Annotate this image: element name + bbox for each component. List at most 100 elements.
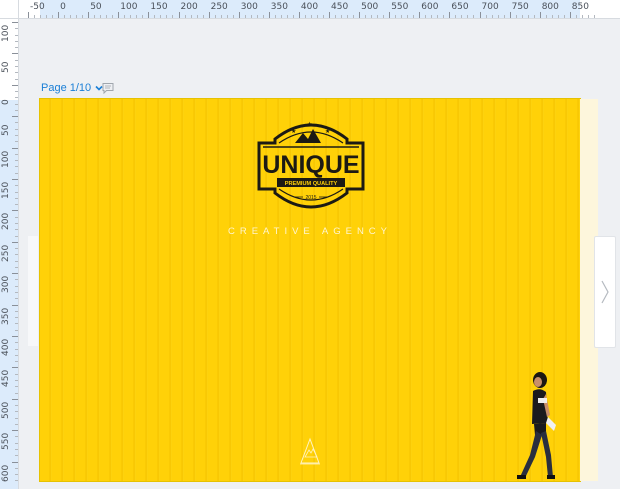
ruler-tick xyxy=(88,12,90,18)
ruler-minor-tick xyxy=(467,15,469,18)
ruler-minor-tick xyxy=(533,15,535,18)
ruler-minor-tick xyxy=(250,15,252,18)
ruler-minor-tick xyxy=(190,15,192,18)
ruler-label: 850 xyxy=(571,2,589,12)
ruler-minor-tick xyxy=(15,109,18,111)
ruler-minor-tick xyxy=(15,279,18,281)
svg-text:★: ★ xyxy=(307,121,312,128)
ruler-label: 500 xyxy=(361,2,379,12)
ruler-minor-tick xyxy=(130,15,132,18)
ruler-tick xyxy=(12,53,18,55)
ruler-tick xyxy=(449,12,451,18)
ruler-minor-tick xyxy=(491,15,493,18)
ruler-minor-tick xyxy=(15,204,18,206)
ruler-minor-tick xyxy=(142,15,144,18)
ruler-minor-tick xyxy=(226,15,228,18)
ruler-minor-tick xyxy=(15,65,18,67)
ruler-minor-tick xyxy=(563,15,565,18)
ruler-tick xyxy=(12,430,18,432)
svg-text:★: ★ xyxy=(325,128,330,135)
ruler-minor-tick xyxy=(15,47,18,49)
ruler-label: 600 xyxy=(421,2,439,12)
ruler-label: -50 xyxy=(30,2,45,12)
ruler-tick xyxy=(509,12,511,18)
ruler-minor-tick xyxy=(15,348,18,350)
ruler-minor-tick xyxy=(485,15,487,18)
ruler-tick xyxy=(12,116,18,118)
ruler-minor-tick xyxy=(371,15,373,18)
page-selector[interactable]: Page 1/10 xyxy=(41,82,104,94)
logo-sub-text: PREMIUM QUALITY xyxy=(285,181,338,187)
ruler-minor-tick xyxy=(15,78,18,80)
ruler-minor-tick xyxy=(377,15,379,18)
next-page-button[interactable] xyxy=(594,236,616,348)
ruler-label: 0 xyxy=(1,99,11,105)
ruler-tick xyxy=(178,12,180,18)
ruler-minor-tick xyxy=(515,15,517,18)
ruler-label: 550 xyxy=(1,433,11,451)
ruler-minor-tick xyxy=(15,229,18,231)
ruler-minor-tick xyxy=(15,417,18,419)
ruler-minor-tick xyxy=(322,15,324,18)
ruler-label: 250 xyxy=(210,2,228,12)
ruler-minor-tick xyxy=(52,15,54,18)
ruler-tick xyxy=(118,12,120,18)
comment-icon[interactable] xyxy=(102,82,114,94)
ruler-minor-tick xyxy=(15,379,18,381)
ruler-minor-tick xyxy=(46,15,48,18)
ruler-tick xyxy=(12,241,18,243)
ruler-minor-tick xyxy=(220,15,222,18)
ruler-minor-tick xyxy=(455,15,457,18)
ruler-tick xyxy=(389,12,391,18)
ruler-minor-tick xyxy=(136,15,138,18)
ruler-label: 100 xyxy=(1,150,11,168)
ruler-minor-tick xyxy=(15,103,18,105)
ruler-minor-tick xyxy=(202,15,204,18)
ruler-label: 100 xyxy=(1,24,11,42)
ruler-tick xyxy=(12,461,18,463)
ruler-label: 50 xyxy=(1,61,11,74)
ruler-minor-tick xyxy=(15,323,18,325)
design-canvas[interactable]: ★ ★ ★ UNIQUE PREMIUM QUALITY 2015 CREATI… xyxy=(40,99,580,481)
ruler-minor-tick xyxy=(15,59,18,61)
ruler-minor-tick xyxy=(15,260,18,262)
ruler-minor-tick xyxy=(184,15,186,18)
ruler-minor-tick xyxy=(316,15,318,18)
walking-woman-image xyxy=(517,372,556,479)
ruler-label: 400 xyxy=(1,338,11,356)
ruler-label: 200 xyxy=(180,2,198,12)
ruler-minor-tick xyxy=(262,15,264,18)
ruler-tick xyxy=(298,12,300,18)
ruler-corner xyxy=(0,0,19,19)
ruler-label: 50 xyxy=(1,124,11,137)
ruler-minor-tick xyxy=(15,40,18,42)
ruler-minor-tick xyxy=(15,91,18,93)
ruler-tick xyxy=(12,398,18,400)
ruler-tick xyxy=(238,12,240,18)
ruler-label: 100 xyxy=(120,2,138,12)
ruler-label: 300 xyxy=(240,2,258,12)
ruler-minor-tick xyxy=(100,15,102,18)
ruler-minor-tick xyxy=(15,329,18,331)
ruler-tick xyxy=(12,210,18,212)
ruler-minor-tick xyxy=(15,298,18,300)
ruler-minor-tick xyxy=(365,15,367,18)
ruler-minor-tick xyxy=(431,15,433,18)
ruler-label: 750 xyxy=(511,2,529,12)
ruler-minor-tick xyxy=(395,15,397,18)
ruler-label: 700 xyxy=(481,2,499,12)
ruler-tick xyxy=(28,12,29,18)
ruler-minor-tick xyxy=(15,480,18,482)
ruler-tick xyxy=(148,12,150,18)
ruler-minor-tick xyxy=(15,122,18,124)
ruler-label: 150 xyxy=(150,2,168,12)
ruler-minor-tick xyxy=(15,128,18,130)
horizontal-ruler: -50 0 50 100 150 200 250 300 350 400 450 500 550 600 6… xyxy=(0,0,620,19)
ruler-label: 400 xyxy=(300,2,319,12)
ruler-minor-tick xyxy=(15,386,18,388)
ruler-minor-tick xyxy=(15,235,18,237)
ruler-minor-tick xyxy=(383,15,385,18)
ruler-label: 150 xyxy=(1,181,11,199)
ruler-tick xyxy=(12,147,18,149)
ruler-minor-tick xyxy=(15,34,18,36)
